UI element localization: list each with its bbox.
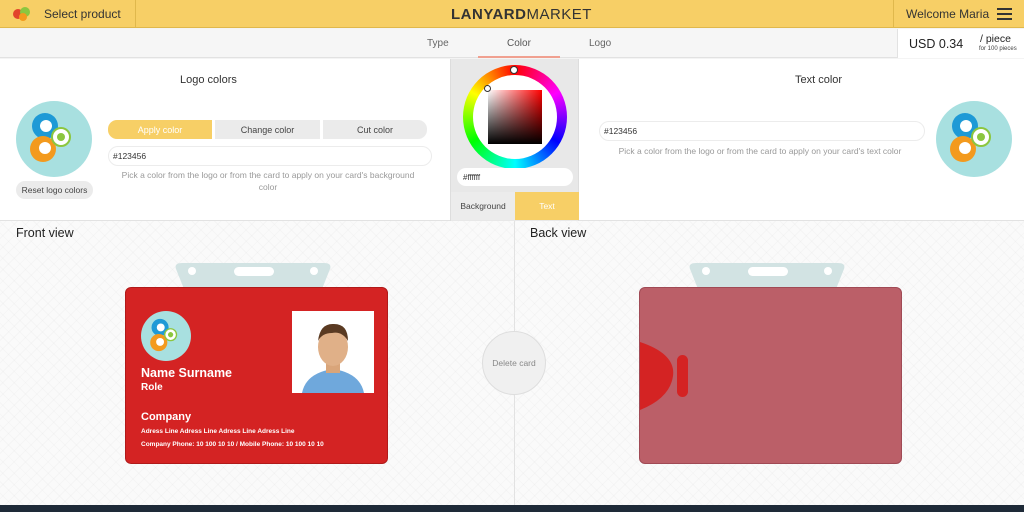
- card-views: Front view Back view Name Surname Role C…: [0, 221, 1024, 505]
- text-color-input[interactable]: #123456: [599, 121, 925, 141]
- hue-handle[interactable]: [510, 66, 518, 74]
- product-logo-icon: [13, 7, 30, 21]
- card-role[interactable]: Role: [141, 382, 163, 393]
- brand-logo: LANYARDMARKET: [451, 6, 592, 23]
- picker-hex-input[interactable]: #ffffff: [457, 168, 573, 186]
- select-product-button[interactable]: Select product: [0, 0, 136, 28]
- brand-light: MARKET: [526, 6, 592, 23]
- back-card-graphic: [640, 342, 688, 410]
- logo-colors-title: Logo colors: [180, 74, 237, 86]
- select-product-label: Select product: [44, 7, 121, 21]
- color-picker: #ffffff Background Text: [450, 59, 579, 221]
- saturation-square[interactable]: [488, 90, 542, 144]
- apply-color-button[interactable]: Apply color: [108, 120, 212, 139]
- front-view-title: Front view: [16, 226, 74, 240]
- price-per: / piece: [980, 33, 1011, 45]
- price-amount: USD 0.34: [909, 37, 964, 51]
- card-logo: [141, 311, 191, 361]
- profile-photo[interactable]: [292, 311, 374, 393]
- change-color-button[interactable]: Change color: [215, 120, 320, 139]
- tab-type[interactable]: Type: [427, 38, 449, 49]
- cut-color-button[interactable]: Cut color: [323, 120, 427, 139]
- top-header: Select product LANYARDMARKET Welcome Mar…: [0, 0, 1024, 28]
- card-company[interactable]: Company: [141, 411, 191, 423]
- editor-tabs: Type Color Logo: [0, 29, 1024, 58]
- background-tab[interactable]: Background: [451, 192, 515, 220]
- tab-color[interactable]: Color: [507, 38, 531, 49]
- reset-logo-colors-button[interactable]: Reset logo colors: [16, 181, 93, 199]
- logo-preview[interactable]: [16, 101, 92, 177]
- logo-icon: [950, 113, 991, 162]
- footer-bar: [0, 505, 1024, 512]
- text-logo-preview[interactable]: [936, 101, 1012, 177]
- card-address[interactable]: Adress Line Adress Line Adress Line Adre…: [141, 428, 295, 435]
- card-phone[interactable]: Company Phone: 10 100 10 10 / Mobile Pho…: [141, 441, 324, 448]
- back-view-title: Back view: [530, 226, 587, 240]
- card-name[interactable]: Name Surname: [141, 366, 232, 380]
- saturation-handle[interactable]: [484, 85, 491, 92]
- price-box: USD 0.34 / piece for 100 pieces: [897, 29, 1024, 58]
- active-tab-indicator: [478, 56, 560, 58]
- logo-icon: [30, 113, 71, 162]
- logo-color-hint: Pick a color from the logo or from the c…: [121, 170, 415, 192]
- tab-logo[interactable]: Logo: [589, 38, 611, 49]
- person-avatar-icon: [292, 311, 374, 393]
- welcome-text: Welcome Maria: [906, 7, 990, 21]
- logo-icon: [150, 318, 178, 352]
- logo-color-input[interactable]: #123456: [108, 146, 432, 166]
- price-per-sub: for 100 pieces: [979, 46, 1017, 52]
- brand-bold: LANYARD: [451, 6, 527, 23]
- delete-card-button[interactable]: Delete card: [482, 331, 546, 395]
- front-card-clip: [175, 263, 331, 289]
- text-color-hint: Pick a color from the logo or from the c…: [618, 146, 902, 156]
- back-card[interactable]: [639, 287, 902, 464]
- user-area: Welcome Maria: [893, 0, 1024, 28]
- menu-icon[interactable]: [997, 8, 1012, 20]
- text-color-title: Text color: [795, 74, 843, 86]
- text-tab[interactable]: Text: [515, 192, 579, 220]
- front-card[interactable]: Name Surname Role Company Adress Line Ad…: [125, 287, 388, 464]
- back-card-clip: [689, 263, 845, 289]
